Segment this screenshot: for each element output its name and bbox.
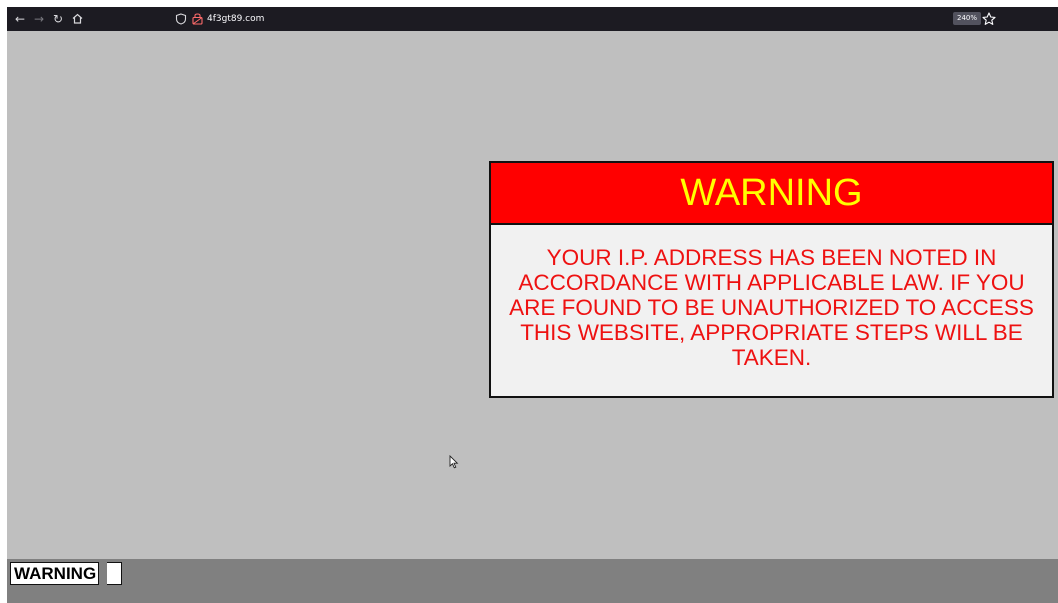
zoom-badge[interactable]: 240% (953, 12, 982, 25)
url-text[interactable]: 4f3gt89.com (207, 7, 264, 31)
mouse-cursor-icon (449, 455, 459, 469)
forward-arrow-icon[interactable]: → (30, 7, 48, 31)
home-icon[interactable] (68, 7, 86, 31)
star-icon[interactable] (981, 10, 997, 28)
browser-toolbar: ← → ↻ 4f3gt89.com 240% (7, 7, 1058, 31)
warning-box: WARNING YOUR I.P. ADDRESS HAS BEEN NOTED… (489, 161, 1054, 398)
screen: ← → ↻ 4f3gt89.com 240% WARNING YOUR I.P.… (0, 0, 1058, 603)
warning-heading: WARNING (491, 163, 1052, 225)
bottom-blank-box (107, 562, 122, 585)
warning-message: YOUR I.P. ADDRESS HAS BEEN NOTED IN ACCO… (509, 245, 1034, 370)
bottom-bar: WARNING (7, 559, 1058, 603)
reload-icon[interactable]: ↻ (49, 7, 67, 31)
back-arrow-icon[interactable]: ← (11, 7, 29, 31)
browser-window: ← → ↻ 4f3gt89.com 240% WARNING YOUR I.P.… (7, 7, 1058, 603)
shield-icon[interactable] (175, 13, 187, 25)
bottom-warning-label: WARNING (10, 562, 100, 585)
lock-warning-icon[interactable] (192, 12, 203, 25)
